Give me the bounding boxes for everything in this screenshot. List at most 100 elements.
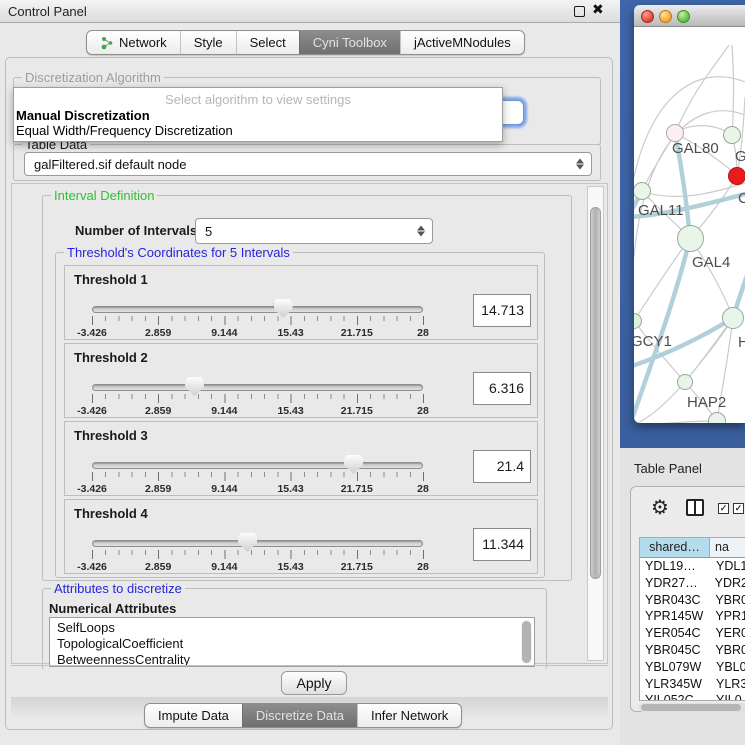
threshold-value-field[interactable]: 21.4 bbox=[473, 450, 531, 483]
network-node-bottom[interactable] bbox=[708, 412, 726, 423]
threshold-label: Threshold 3 bbox=[74, 428, 148, 443]
num-intervals-combobox[interactable]: 5 bbox=[195, 218, 433, 244]
table-row[interactable]: YBR043CYBR0 bbox=[640, 592, 745, 609]
table-row[interactable]: YLR345WYLR3 bbox=[640, 676, 745, 693]
network-node-hap2[interactable] bbox=[677, 374, 693, 390]
tab-infer-network[interactable]: Infer Network bbox=[357, 704, 461, 727]
close-icon[interactable]: ✖ bbox=[592, 2, 604, 18]
combo-stepper-icon bbox=[417, 226, 425, 237]
numerical-attributes-label: Numerical Attributes bbox=[49, 601, 176, 616]
network-node-gal4[interactable] bbox=[677, 225, 704, 252]
table-row[interactable]: YDL19…YDL1 bbox=[640, 558, 745, 575]
checkbox-icon[interactable]: ✓ bbox=[718, 503, 729, 514]
tick-label: 15.43 bbox=[277, 561, 303, 573]
table-row[interactable]: YBR045CYBR0 bbox=[640, 642, 745, 659]
list-item[interactable]: SelfLoops bbox=[57, 620, 534, 636]
checkbox-icon[interactable]: ✓ bbox=[733, 503, 744, 514]
slider-track[interactable] bbox=[92, 462, 423, 469]
minimize-traffic-light-icon[interactable] bbox=[659, 10, 672, 23]
tab-style[interactable]: Style bbox=[180, 31, 236, 54]
tick-label: 28 bbox=[417, 561, 429, 573]
close-traffic-light-icon[interactable] bbox=[641, 10, 654, 23]
scrollbar-thumb[interactable] bbox=[641, 704, 741, 711]
threshold-value-field[interactable]: 6.316 bbox=[473, 372, 531, 405]
node-label: H bbox=[738, 334, 745, 351]
slider-track[interactable] bbox=[92, 306, 423, 313]
table-row[interactable]: YER054CYER0 bbox=[640, 625, 745, 642]
group-title: Interval Definition bbox=[51, 188, 157, 203]
numerical-attributes-list[interactable]: SelfLoops TopologicalCoefficient Between… bbox=[49, 617, 535, 667]
node-attribute-table[interactable]: shared… na YDL19…YDL1 YDR27…YDR2 YBR043C… bbox=[639, 537, 745, 701]
control-panel: Control Panel ✖ Network Style Select Cyn… bbox=[0, 0, 620, 745]
tab-cyni-toolbox[interactable]: Cyni Toolbox bbox=[299, 31, 400, 54]
table-data-group: Table Data galFiltered.sif default node bbox=[13, 144, 601, 181]
tick-label: 15.43 bbox=[277, 405, 303, 417]
group-title: Attributes to discretize bbox=[51, 581, 185, 596]
tick-label: 28 bbox=[417, 483, 429, 495]
tick-label: 9.144 bbox=[211, 327, 237, 339]
tick-label: 9.144 bbox=[211, 561, 237, 573]
tick-label: -3.426 bbox=[77, 561, 107, 573]
network-node-top-right[interactable] bbox=[723, 126, 741, 144]
column-header-shared[interactable]: shared… bbox=[640, 538, 710, 557]
table-data-combobox[interactable]: galFiltered.sif default node bbox=[24, 152, 592, 176]
tick-label: -3.426 bbox=[77, 405, 107, 417]
apply-button[interactable]: Apply bbox=[281, 671, 347, 695]
tick-label: -3.426 bbox=[77, 327, 107, 339]
threshold-value-field[interactable]: 11.344 bbox=[473, 528, 531, 561]
list-scrollbar[interactable] bbox=[521, 620, 532, 664]
tick-label: 9.144 bbox=[211, 405, 237, 417]
threshold-3-slider[interactable]: -3.426 2.859 9.144 15.43 21.715 28 bbox=[92, 455, 423, 501]
scrollbar-thumb[interactable] bbox=[590, 207, 601, 579]
tick-label: 21.715 bbox=[341, 327, 373, 339]
table-row[interactable]: YBL079WYBL0 bbox=[640, 659, 745, 676]
algorithm-dropdown-popup: Select algorithm to view settings Manual… bbox=[13, 87, 503, 142]
network-node-h[interactable] bbox=[722, 307, 744, 329]
list-item[interactable]: TopologicalCoefficient bbox=[57, 636, 534, 652]
split-view-icon[interactable] bbox=[686, 499, 704, 516]
network-canvas[interactable]: GAL80 G C GAL11 GAL4 GCY1 H HAP2 bbox=[634, 27, 745, 423]
tick-label: 15.43 bbox=[277, 483, 303, 495]
threshold-4-panel: Threshold 4 -3.426 2.859 9.144 15.43 21.… bbox=[64, 499, 538, 574]
threshold-1-slider[interactable]: -3.426 2.859 9.144 15.43 21.715 28 bbox=[92, 299, 423, 345]
tab-select[interactable]: Select bbox=[236, 31, 299, 54]
table-row[interactable]: YIL052CYIL0 bbox=[640, 692, 745, 701]
tick-label: 2.859 bbox=[145, 327, 171, 339]
slider-track[interactable] bbox=[92, 540, 423, 547]
table-row[interactable]: YPR145WYPR1 bbox=[640, 608, 745, 625]
tab-impute-data[interactable]: Impute Data bbox=[145, 704, 242, 727]
panel-title: Control Panel bbox=[8, 4, 87, 19]
network-icon bbox=[100, 36, 114, 50]
threshold-label: Threshold 2 bbox=[74, 350, 148, 365]
network-window-titlebar[interactable] bbox=[634, 5, 745, 27]
tab-discretize-data[interactable]: Discretize Data bbox=[242, 704, 357, 727]
threshold-value-field[interactable]: 14.713 bbox=[473, 294, 531, 327]
column-header-name[interactable]: na bbox=[710, 538, 745, 557]
option-manual-discretization[interactable]: Manual Discretization bbox=[16, 108, 150, 123]
table-panel-title: Table Panel bbox=[634, 461, 702, 476]
gear-icon[interactable]: ⚙ bbox=[651, 495, 669, 519]
table-panel: ⚙ ✓ ✓ shared… na YDL19…YDL1 YDR27…YDR2 Y… bbox=[630, 486, 745, 712]
settings-scrollbar[interactable] bbox=[587, 186, 604, 661]
tab-network[interactable]: Network bbox=[87, 31, 180, 54]
node-label: C bbox=[738, 190, 745, 207]
slider-ticks bbox=[92, 472, 424, 482]
network-view-window[interactable]: GAL80 G C GAL11 GAL4 GCY1 H HAP2 bbox=[634, 5, 745, 423]
threshold-2-slider[interactable]: -3.426 2.859 9.144 15.43 21.715 28 bbox=[92, 377, 423, 423]
table-horizontal-scrollbar[interactable] bbox=[639, 703, 745, 712]
network-node-selected-red[interactable] bbox=[728, 167, 745, 185]
threshold-2-panel: Threshold 2 -3.426 2.859 9.144 15.43 21.… bbox=[64, 343, 538, 418]
tab-jactivemnodules[interactable]: jActiveMNodules bbox=[400, 31, 524, 54]
table-panel-region: Table Panel ⚙ ✓ ✓ shared… na YDL19…YDL1 … bbox=[620, 448, 745, 745]
option-equal-width-frequency[interactable]: Equal Width/Frequency Discretization bbox=[16, 123, 233, 138]
table-row[interactable]: YDR27…YDR2 bbox=[640, 575, 745, 592]
threshold-label: Threshold 4 bbox=[74, 506, 148, 521]
threshold-3-panel: Threshold 3 -3.426 2.859 9.144 15.43 21.… bbox=[64, 421, 538, 496]
tick-label: 2.859 bbox=[145, 483, 171, 495]
slider-track[interactable] bbox=[92, 384, 423, 391]
slider-ticks bbox=[92, 316, 424, 326]
zoom-traffic-light-icon[interactable] bbox=[677, 10, 690, 23]
float-window-icon[interactable] bbox=[574, 6, 585, 17]
threshold-4-slider[interactable]: -3.426 2.859 9.144 15.43 21.715 28 bbox=[92, 533, 423, 579]
control-panel-titlebar: Control Panel ✖ bbox=[0, 0, 620, 23]
